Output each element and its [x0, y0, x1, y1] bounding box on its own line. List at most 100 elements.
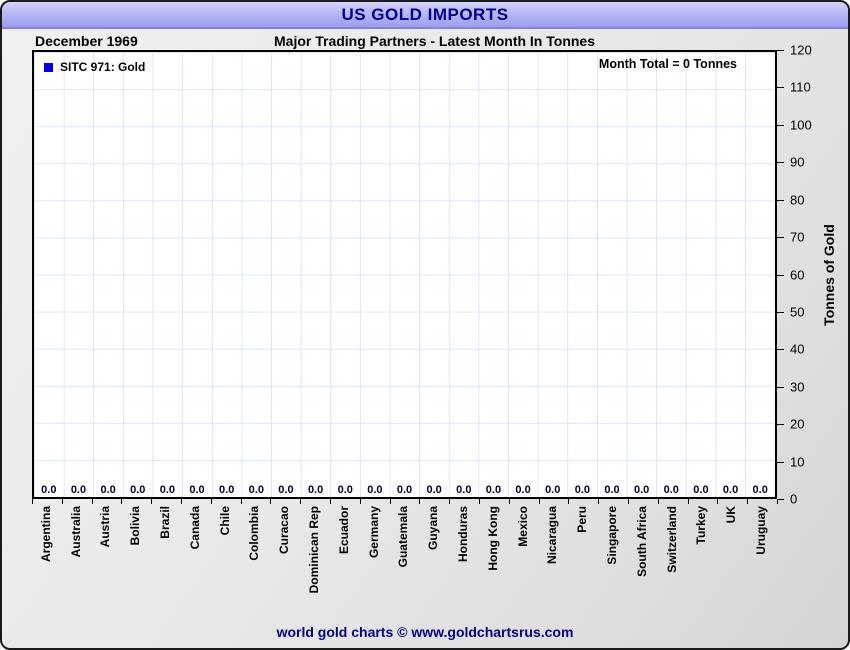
x-category-label: Singapore	[606, 506, 619, 565]
y-tick-label: 30	[790, 379, 804, 394]
x-tick-mark	[121, 499, 122, 504]
x-tick-mark	[688, 499, 689, 504]
x-category-cell: Colombia	[241, 506, 271, 621]
bar-cell	[182, 52, 212, 497]
bar-cell	[301, 52, 331, 497]
bar-value-label: 0.0	[449, 484, 479, 496]
bar-value-label: 0.0	[360, 484, 390, 496]
y-tick-mark	[777, 462, 784, 463]
bar-cell	[538, 52, 568, 497]
chart-legend: SITC 971: Gold	[44, 60, 145, 74]
x-category-label: Curacao	[278, 506, 291, 554]
bar-cell	[212, 52, 242, 497]
x-category-cell: Guatemala	[390, 506, 420, 621]
bar-value-label: 0.0	[390, 484, 420, 496]
bar-value-label: 0.0	[301, 484, 331, 496]
x-category-label: Colombia	[248, 506, 261, 561]
x-category-cell: Austria	[92, 506, 122, 621]
legend-marker-icon	[44, 63, 53, 72]
x-category-label: South Africa	[636, 506, 649, 577]
plot-area: SITC 971: Gold Month Total = 0 Tonnes 0.…	[32, 50, 777, 499]
bar-cell	[390, 52, 420, 497]
x-category-label: Dominican Rep	[308, 506, 321, 593]
bar-value-label: 0.0	[419, 484, 449, 496]
x-tick-mark	[360, 499, 361, 504]
y-tick-mark	[777, 275, 784, 276]
bar-cell	[449, 52, 479, 497]
y-tick-mark	[777, 312, 784, 313]
x-category-cell: Germany	[360, 506, 390, 621]
x-category-label: Ecuador	[338, 506, 351, 554]
x-category-label: Mexico	[517, 506, 530, 547]
bar-value-label: 0.0	[686, 484, 716, 496]
bar-value-label: 0.0	[182, 484, 212, 496]
x-category-label: Guyana	[427, 506, 440, 550]
y-axis-title: Tonnes of Gold	[814, 50, 844, 499]
y-tick-mark	[777, 125, 784, 126]
bar-cell	[64, 52, 94, 497]
x-tick-mark	[62, 499, 63, 504]
x-category-cell: Hong Kong	[479, 506, 509, 621]
x-tick-mark	[598, 499, 599, 504]
bar-cell	[508, 52, 538, 497]
x-category-cell: Australia	[62, 506, 92, 621]
x-category-cell: Argentina	[32, 506, 62, 621]
bar-value-label: 0.0	[479, 484, 509, 496]
page-title: US GOLD IMPORTS	[341, 5, 508, 25]
x-tick-mark	[479, 499, 480, 504]
bar-value-label: 0.0	[34, 484, 64, 496]
bar-value-label: 0.0	[64, 484, 94, 496]
y-tick-mark	[777, 499, 784, 500]
bar-value-label: 0.0	[656, 484, 686, 496]
x-category-cell: Canada	[181, 506, 211, 621]
x-category-label: Nicaragua	[546, 506, 559, 564]
y-tick-mark	[777, 349, 784, 350]
bar-value-label: 0.0	[716, 484, 746, 496]
x-category-label: Bolivia	[129, 506, 142, 545]
bar-value-label: 0.0	[212, 484, 242, 496]
y-tick-mark	[777, 162, 784, 163]
y-tick-label: 10	[790, 454, 804, 469]
bar-cell	[716, 52, 746, 497]
chart-header: US GOLD IMPORTS	[2, 2, 848, 29]
x-tick-mark	[539, 499, 540, 504]
x-tick-mark	[658, 499, 659, 504]
y-tick-label: 50	[790, 304, 804, 319]
bar-value-label: 0.0	[153, 484, 183, 496]
bar-cell	[568, 52, 598, 497]
x-category-cell: Switzerland	[658, 506, 688, 621]
bar-value-label: 0.0	[93, 484, 123, 496]
x-category-cell: Chile	[211, 506, 241, 621]
bar-cell	[123, 52, 153, 497]
bar-cell	[330, 52, 360, 497]
x-tick-mark	[330, 499, 331, 504]
x-category-label: Guatemala	[397, 506, 410, 567]
x-category-label: Hong Kong	[487, 506, 500, 571]
bar-cell	[627, 52, 657, 497]
y-tick-mark	[777, 424, 784, 425]
bar-value-label: 0.0	[330, 484, 360, 496]
x-axis-labels: Argentina Australia Austria Bolivia BrazilCa…	[32, 506, 777, 621]
bar-cell	[93, 52, 123, 497]
y-tick-label: 80	[790, 192, 804, 207]
x-category-cell: Brazil	[151, 506, 181, 621]
x-tick-mark	[628, 499, 629, 504]
x-category-cell: Uruguay	[747, 506, 777, 621]
x-tick-mark	[747, 499, 748, 504]
chart-subtitle: Major Trading Partners - Latest Month In…	[62, 33, 807, 49]
y-tick-label: 60	[790, 267, 804, 282]
x-category-label: UK	[725, 506, 738, 523]
y-tick-label: 20	[790, 417, 804, 432]
x-category-label: Chile	[219, 506, 232, 535]
x-category-label: Turkey	[695, 506, 708, 544]
y-tick-label: 110	[790, 80, 811, 95]
chart-window: US GOLD IMPORTS December 1969 Major Trad…	[0, 0, 850, 650]
x-category-label: Australia	[70, 506, 83, 557]
bar-value-label: 0.0	[597, 484, 627, 496]
x-tick-mark	[300, 499, 301, 504]
bar-cell	[686, 52, 716, 497]
bar-value-label: 0.0	[538, 484, 568, 496]
x-tick-mark	[568, 499, 569, 504]
bar-value-label: 0.0	[745, 484, 775, 496]
y-tick-mark	[777, 387, 784, 388]
